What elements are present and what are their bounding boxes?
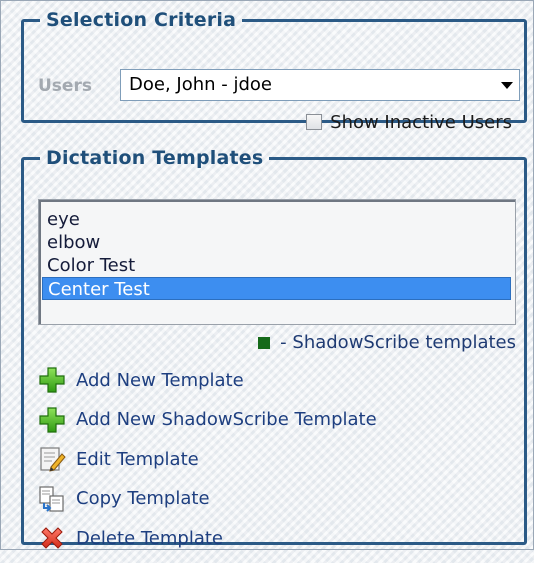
copy-documents-icon[interactable] [38, 485, 66, 513]
show-inactive-users-row[interactable]: Show Inactive Users [306, 111, 512, 133]
edit-pencil-icon[interactable] [38, 445, 66, 473]
template-actions: Add New Template Add New ShadowScribe Te… [38, 365, 377, 563]
green-plus-icon[interactable] [38, 366, 66, 394]
dictation-templates-title: Dictation Templates [46, 147, 264, 169]
template-list-item-eye[interactable]: eye [42, 208, 511, 231]
templates-listbox[interactable]: eye elbow Color Test Center Test [38, 199, 516, 325]
show-inactive-users-label[interactable]: Show Inactive Users [330, 112, 512, 133]
template-list-item-elbow[interactable]: elbow [42, 231, 511, 254]
template-list-item-color-test[interactable]: Color Test [42, 254, 511, 277]
delete-template-label[interactable]: Delete Template [76, 528, 223, 549]
red-x-icon[interactable] [38, 524, 66, 552]
shadowscribe-legend-square [258, 336, 271, 349]
dropdown-arrow-icon[interactable] [501, 82, 513, 89]
users-dropdown-value: Doe, John - jdoe [129, 74, 272, 95]
page-frame: Selection Criteria Users Doe, John - jdo… [0, 0, 534, 550]
dictation-templates-panel: Dictation Templates eye elbow Color Test… [21, 147, 527, 549]
green-plus-icon[interactable] [38, 406, 66, 434]
add-new-template-label[interactable]: Add New Template [76, 370, 244, 391]
add-new-shadowscribe-template-link[interactable]: Add New ShadowScribe Template [38, 405, 377, 435]
template-list-item-center-test[interactable]: Center Test [42, 277, 511, 300]
users-dropdown[interactable]: Doe, John - jdoe [120, 69, 520, 101]
show-inactive-users-checkbox[interactable] [306, 114, 323, 130]
shadowscribe-legend: - ShadowScribe templates [258, 332, 516, 353]
shadowscribe-legend-label: - ShadowScribe templates [280, 332, 516, 353]
selection-criteria-panel: Selection Criteria Users Doe, John - jdo… [21, 9, 527, 133]
users-label: Users [38, 76, 92, 96]
edit-template-label[interactable]: Edit Template [76, 449, 199, 470]
add-new-template-link[interactable]: Add New Template [38, 365, 377, 395]
copy-template-label[interactable]: Copy Template [76, 488, 210, 509]
edit-template-link[interactable]: Edit Template [38, 444, 377, 474]
selection-criteria-title: Selection Criteria [46, 9, 237, 31]
delete-template-link[interactable]: Delete Template [38, 523, 377, 553]
add-new-shadowscribe-template-label[interactable]: Add New ShadowScribe Template [76, 409, 377, 430]
copy-template-link[interactable]: Copy Template [38, 484, 377, 514]
